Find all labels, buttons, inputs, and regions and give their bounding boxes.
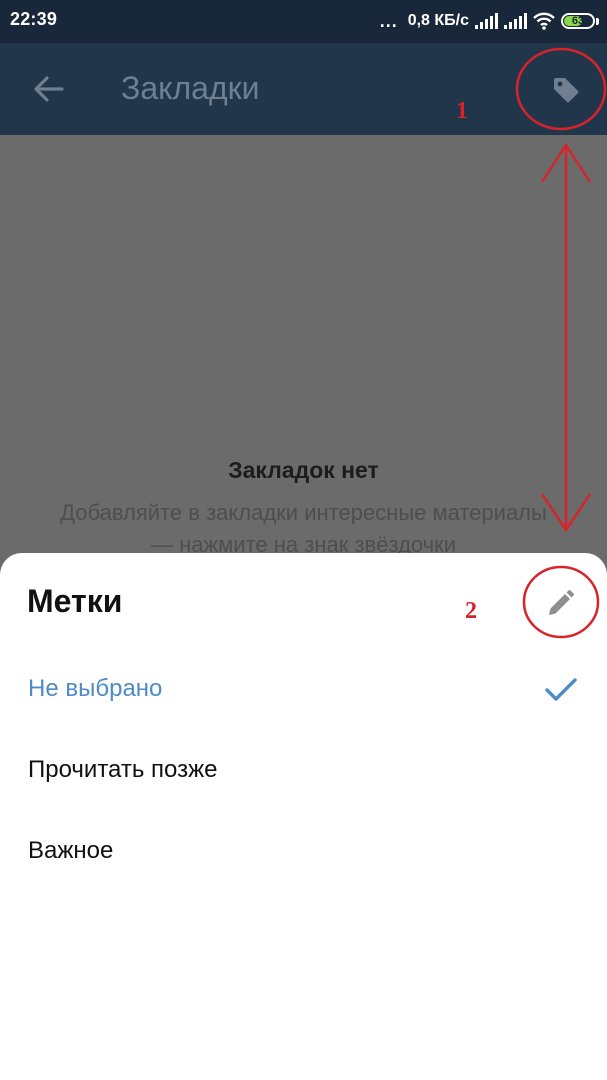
tag-item-none[interactable]: Не выбрано bbox=[0, 655, 607, 725]
battery-icon: 63 bbox=[561, 13, 595, 29]
pencil-icon bbox=[549, 590, 574, 615]
edit-tags-button[interactable] bbox=[537, 581, 583, 627]
back-button[interactable] bbox=[28, 69, 68, 109]
annotation-number-1: 1 bbox=[456, 98, 468, 124]
annotation-number-2: 2 bbox=[465, 598, 477, 624]
battery-tip bbox=[596, 17, 599, 25]
tags-button[interactable] bbox=[545, 69, 587, 111]
check-icon bbox=[545, 678, 577, 701]
tag-item-label: Важное bbox=[28, 837, 114, 864]
signal-icon bbox=[475, 13, 498, 29]
arrow-left-icon bbox=[34, 76, 64, 102]
tag-icon bbox=[554, 78, 579, 103]
status-indicators: ... 0,8 КБ/с 63 bbox=[380, 8, 599, 34]
app-toolbar: Закладки bbox=[0, 43, 607, 135]
battery-level: 63 bbox=[571, 15, 585, 27]
wifi-icon bbox=[533, 12, 555, 30]
empty-state-title: Закладок нет bbox=[228, 457, 379, 483]
network-speed: 0,8 КБ/с bbox=[407, 12, 469, 29]
tag-item-label: Прочитать позже bbox=[28, 756, 218, 783]
page-title: Закладки bbox=[121, 70, 260, 106]
notification-dots: ... bbox=[379, 10, 398, 31]
signal-icon bbox=[504, 13, 527, 29]
sheet-title: Метки bbox=[27, 583, 123, 619]
tag-item-read-later[interactable]: Прочитать позже bbox=[0, 736, 607, 806]
empty-state-description: Добавляйте в закладки интересные материа… bbox=[60, 500, 547, 557]
tag-item-label: Не выбрано bbox=[28, 675, 163, 702]
status-bar: 22:39 ... 0,8 КБ/с 63 bbox=[0, 0, 607, 43]
status-time: 22:39 bbox=[10, 9, 58, 29]
tags-bottom-sheet: Метки Не выбрано Прочитать позже Важное bbox=[0, 553, 607, 1080]
tag-item-important[interactable]: Важное bbox=[0, 817, 607, 887]
